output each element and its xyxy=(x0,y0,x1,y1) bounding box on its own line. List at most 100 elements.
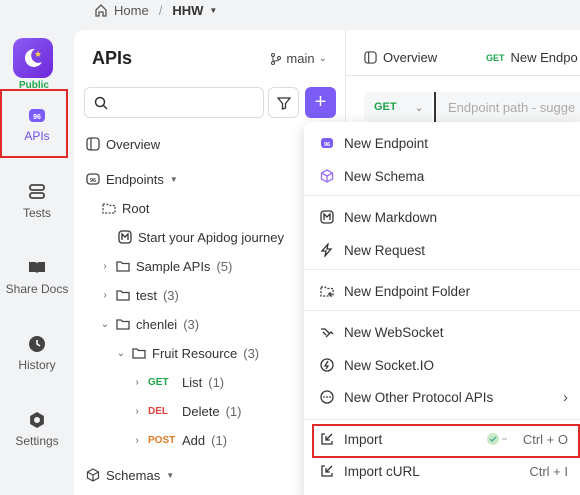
method-badge: DEL xyxy=(148,405,168,417)
chevron-down-icon[interactable]: ⌄ xyxy=(116,348,126,359)
menu-item-new-websocket[interactable]: New WebSocket xyxy=(304,317,580,347)
project-logo[interactable] xyxy=(13,38,53,78)
tree-item-schemas[interactable]: Schemas ▼ xyxy=(86,464,174,486)
tree-item-label: Delete xyxy=(182,403,220,419)
breadcrumb-home[interactable]: Home xyxy=(114,3,149,18)
rail-item-apis[interactable]: 96 APIs xyxy=(0,106,74,143)
tree-item-sample-apis[interactable]: › Sample APIs (5) xyxy=(100,255,232,277)
menu-item-label: Import xyxy=(344,431,383,447)
chevron-right-icon[interactable]: › xyxy=(132,377,142,388)
method-badge: GET xyxy=(486,52,505,63)
tree-item-label: Overview xyxy=(106,136,161,152)
folder-plus-icon xyxy=(320,284,334,298)
plus-icon: + xyxy=(314,91,327,113)
home-icon xyxy=(95,4,107,17)
endpoint-icon: 96 xyxy=(320,136,334,150)
socketio-icon xyxy=(320,358,334,372)
menu-divider xyxy=(304,310,580,311)
svg-text:96: 96 xyxy=(33,114,41,121)
menu-item-new-schema[interactable]: New Schema xyxy=(304,161,580,191)
chevron-right-icon[interactable]: › xyxy=(132,406,142,417)
add-button[interactable]: + xyxy=(305,87,336,118)
tree-item-count: (3) xyxy=(243,345,260,361)
tree-item-test[interactable]: › test (3) xyxy=(100,284,179,306)
chevron-down-icon[interactable]: ⌄ xyxy=(100,319,110,330)
folder-icon xyxy=(116,319,130,330)
menu-item-new-socketio[interactable]: New Socket.IO xyxy=(304,350,580,380)
menu-item-new-endpoint-folder[interactable]: New Endpoint Folder xyxy=(304,276,580,306)
tree-item-count: (1) xyxy=(208,374,225,390)
menu-item-import-curl[interactable]: Import cURL Ctrl + I xyxy=(304,456,580,486)
chevron-down-icon: ⌄ xyxy=(318,53,327,64)
tree-item-label: chenlei xyxy=(136,316,178,332)
filter-button[interactable] xyxy=(268,87,299,118)
tree-item-endpoints[interactable]: 96 Endpoints ▼ xyxy=(86,168,178,190)
tree-item-chenlei[interactable]: ⌄ chenlei (3) xyxy=(100,313,199,335)
tree-item-fruit-resource[interactable]: ⌄ Fruit Resource (3) xyxy=(116,342,259,364)
tree-item-overview[interactable]: Overview xyxy=(86,133,160,155)
tree-item-label: Schemas xyxy=(106,467,161,483)
menu-item-new-other-protocol[interactable]: New Other Protocol APIs › xyxy=(304,382,580,412)
tree-item-count: (1) xyxy=(211,432,228,448)
rail-item-share-docs[interactable]: Share Docs xyxy=(0,259,74,296)
folder-icon xyxy=(132,348,146,359)
tree-item-count: (1) xyxy=(225,403,242,419)
method-select[interactable]: GET ⌄ xyxy=(364,92,432,122)
tree-item-journey[interactable]: Start your Apidog journey xyxy=(118,226,284,248)
breadcrumb-project[interactable]: HHW xyxy=(172,3,203,18)
chevron-right-icon[interactable]: › xyxy=(132,435,142,446)
tab-new-endpoint[interactable]: GET New Endpo xyxy=(486,50,578,65)
method-value: GET xyxy=(374,101,397,113)
rail-item-label: Share Docs xyxy=(5,282,69,296)
chevron-right-icon: › xyxy=(563,388,568,406)
cube-icon xyxy=(86,468,100,482)
book-icon xyxy=(29,262,45,274)
menu-item-import[interactable]: Import Ctrl + O xyxy=(304,424,580,454)
path-placeholder: Endpoint path - sugge xyxy=(448,99,576,115)
branch-icon xyxy=(271,52,282,65)
markdown-icon xyxy=(320,210,334,224)
endpoint-path-input[interactable]: Endpoint path - sugge xyxy=(434,92,580,122)
branch-label: main xyxy=(286,51,315,66)
rail-item-settings[interactable]: Settings xyxy=(0,411,74,448)
rail-item-tests[interactable]: Tests xyxy=(0,183,74,220)
menu-item-label: New Request xyxy=(344,242,426,258)
tests-icon xyxy=(29,184,45,199)
tree-item-endpoint[interactable]: › POST Add (1) xyxy=(132,429,227,451)
rail-item-history[interactable]: History xyxy=(0,335,74,372)
search-input[interactable] xyxy=(84,87,264,118)
menu-item-new-markdown[interactable]: New Markdown xyxy=(304,202,580,232)
menu-item-label: New WebSocket xyxy=(344,324,444,340)
method-badge: POST xyxy=(148,434,176,446)
bolt-icon xyxy=(320,243,334,257)
tree-item-root[interactable]: Root xyxy=(102,197,149,219)
tab-overview[interactable]: Overview xyxy=(364,50,437,65)
filter-icon xyxy=(276,96,291,110)
tab-label: Overview xyxy=(383,50,438,65)
menu-item-label: New Schema xyxy=(344,168,425,184)
left-rail: Public 96 APIs Tests Share Docs History xyxy=(0,0,74,495)
chevron-right-icon[interactable]: › xyxy=(100,290,110,301)
menu-item-label: New Socket.IO xyxy=(344,357,435,373)
svg-text:96: 96 xyxy=(324,142,330,148)
tree-item-label: List xyxy=(182,374,203,390)
menu-item-new-request[interactable]: New Request xyxy=(304,235,580,265)
svg-text:96: 96 xyxy=(90,178,96,184)
caret-down-icon[interactable]: ▼ xyxy=(209,6,217,15)
tree-item-count: (3) xyxy=(183,316,200,332)
branch-selector[interactable]: main ⌄ xyxy=(270,51,327,66)
endpoints-icon: 96 xyxy=(86,173,100,185)
tree-item-label: test xyxy=(136,287,157,303)
menu-item-label: Import cURL xyxy=(344,463,420,479)
caret-down-icon: ▼ xyxy=(169,174,178,184)
tab-label: New Endpo xyxy=(510,50,578,65)
overview-icon xyxy=(86,137,100,151)
chevron-right-icon[interactable]: › xyxy=(100,261,110,272)
tree-item-label: Sample APIs xyxy=(136,258,211,274)
menu-item-new-endpoint[interactable]: 96 New Endpoint xyxy=(304,128,580,158)
gear-icon xyxy=(30,412,44,428)
tree-item-endpoint[interactable]: › GET List (1) xyxy=(132,371,224,393)
tree-item-endpoint[interactable]: › DEL Delete (1) xyxy=(132,400,241,422)
menu-item-label: New Markdown xyxy=(344,209,438,225)
menu-item-shortcut: Ctrl + I xyxy=(529,463,568,479)
